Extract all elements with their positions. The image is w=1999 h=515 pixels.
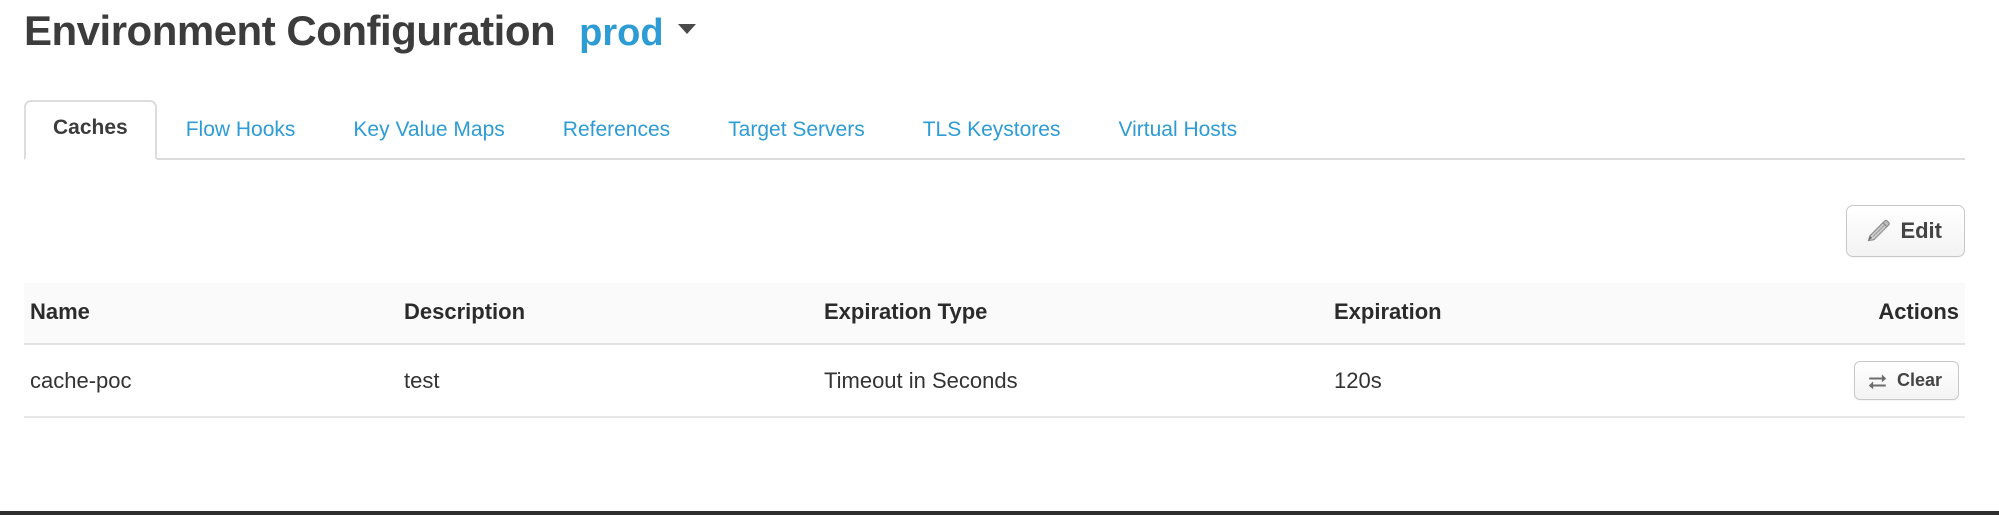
column-header-description: Description <box>404 283 824 345</box>
cell-description: test <box>404 344 824 418</box>
tab-references[interactable]: References <box>534 117 699 158</box>
table-toolbar: Edit <box>1846 205 1965 257</box>
page-header: Environment Configuration prod <box>24 10 696 52</box>
environment-selector[interactable]: prod <box>579 14 696 52</box>
tab-target-servers[interactable]: Target Servers <box>699 117 894 158</box>
tab-bar: Caches Flow Hooks Key Value Maps Referen… <box>24 98 1965 160</box>
column-header-actions: Actions <box>1664 283 1965 345</box>
edit-button-label: Edit <box>1900 218 1942 243</box>
tab-tls-keystores[interactable]: TLS Keystores <box>894 117 1090 158</box>
cell-actions: Clear <box>1664 344 1965 418</box>
table-header-row: Name Description Expiration Type Expirat… <box>24 283 1965 345</box>
cell-expiration: 120s <box>1334 344 1664 418</box>
caches-table: Name Description Expiration Type Expirat… <box>24 283 1965 418</box>
page-title: Environment Configuration <box>24 7 556 54</box>
column-header-expiration: Expiration <box>1334 283 1664 345</box>
clear-cache-button[interactable]: Clear <box>1853 361 1959 400</box>
column-header-expiration-type: Expiration Type <box>824 283 1334 345</box>
environment-name[interactable]: prod <box>579 14 663 52</box>
cell-expiration-type: Timeout in Seconds <box>824 344 1334 418</box>
cell-name: cache-poc <box>24 344 404 418</box>
tab-key-value-maps[interactable]: Key Value Maps <box>324 117 533 158</box>
clear-button-label: Clear <box>1896 370 1942 390</box>
table-header: Name Description Expiration Type Expirat… <box>24 283 1965 345</box>
tab-virtual-hosts[interactable]: Virtual Hosts <box>1089 117 1266 158</box>
table-body: cache-poc test Timeout in Seconds 120s C… <box>24 344 1965 418</box>
table-row: cache-poc test Timeout in Seconds 120s C… <box>24 344 1965 418</box>
column-header-name: Name <box>24 283 404 345</box>
tab-caches[interactable]: Caches <box>24 100 157 160</box>
pencil-icon <box>1865 218 1891 244</box>
edit-button[interactable]: Edit <box>1846 205 1965 257</box>
chevron-down-icon[interactable] <box>677 24 696 34</box>
page-bottom-rule <box>0 511 1999 515</box>
exchange-icon <box>1867 370 1888 391</box>
tab-flow-hooks[interactable]: Flow Hooks <box>157 117 325 158</box>
